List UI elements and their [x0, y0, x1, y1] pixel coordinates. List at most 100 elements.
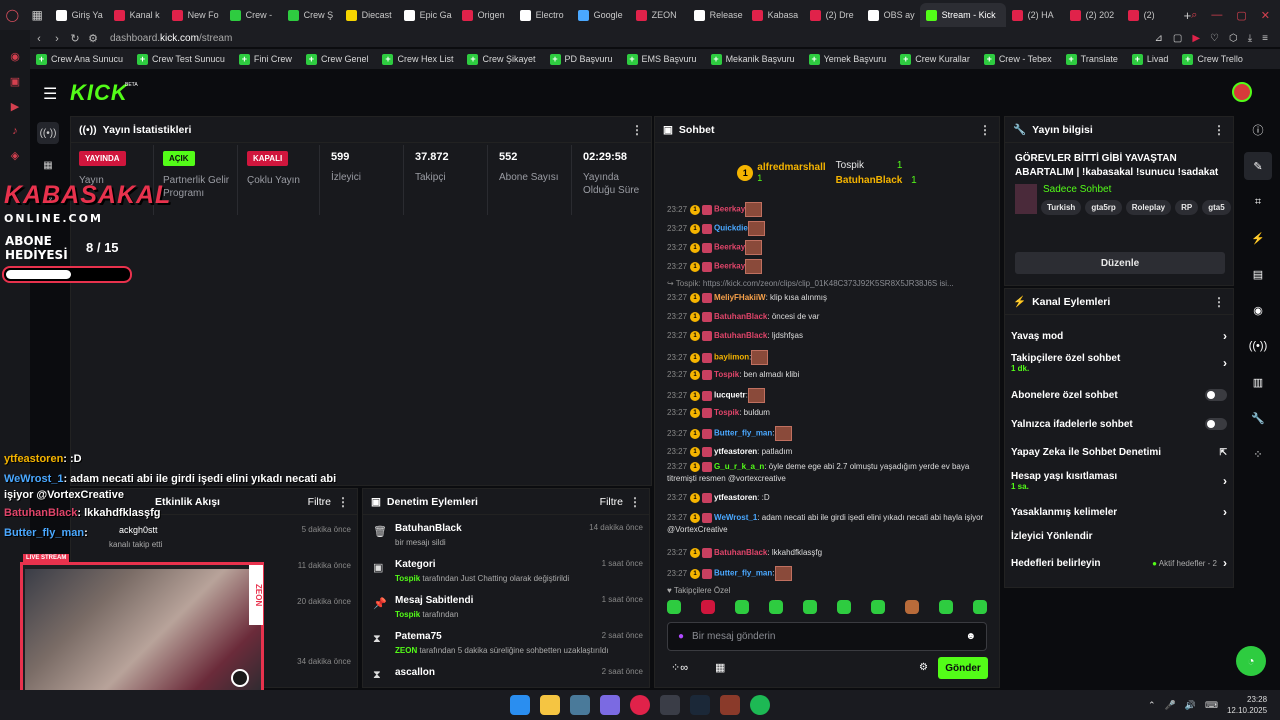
forward-icon[interactable]: ›: [48, 33, 66, 45]
overview-icon[interactable]: ▦: [37, 154, 59, 176]
pencil-icon[interactable]: ✎: [1244, 152, 1272, 180]
download-icon[interactable]: ⤓: [1248, 33, 1252, 44]
bookmark-item[interactable]: + PD Başvuru: [549, 53, 613, 65]
emote-icon[interactable]: [905, 600, 919, 614]
more-icon[interactable]: ⋮: [1213, 295, 1225, 309]
broadcast-icon[interactable]: ((•)): [1244, 332, 1272, 360]
chat-username[interactable]: G_u_r_k_a_n: [714, 462, 764, 471]
more-icon[interactable]: ⋮: [631, 123, 643, 137]
more-icon[interactable]: ⋮: [337, 495, 349, 509]
bookmark-item[interactable]: + Translate: [1065, 53, 1118, 65]
crop-icon[interactable]: ⌗: [1244, 188, 1272, 216]
url-field[interactable]: dashboard.kick.com/stream: [110, 33, 232, 44]
chat-username[interactable]: Beerkay: [714, 243, 745, 252]
chat-text[interactable]: https://kick.com/zeon/clips/clip_01K48C3…: [703, 279, 954, 288]
mod-action-user[interactable]: Tospik: [395, 610, 420, 619]
browser-tab[interactable]: Kabasa: [746, 3, 804, 27]
tag-chip[interactable]: Turkish: [1041, 200, 1082, 215]
browser-tab[interactable]: Crew -: [224, 3, 282, 27]
maximize-icon[interactable]: ▢: [1236, 9, 1246, 22]
chat-username[interactable]: Beerkay: [714, 262, 745, 271]
spotify-icon[interactable]: [750, 695, 770, 715]
tag-chip[interactable]: gta5: [1202, 200, 1231, 215]
filter-button[interactable]: Filtre: [600, 496, 623, 508]
chat-username[interactable]: lucquetr: [714, 391, 746, 400]
chat-input[interactable]: ● Bir mesaj gönderin ☻: [667, 622, 987, 651]
mod-action-user[interactable]: ZEON: [395, 646, 417, 655]
player-icon[interactable]: ▶: [1192, 33, 1200, 44]
lightning-icon[interactable]: ⚡: [1244, 224, 1272, 252]
extensions-icon[interactable]: ⬡: [1229, 33, 1238, 44]
goals-row[interactable]: Hedefleri belirleyin ● Aktif hedefler - 2…: [1011, 556, 1227, 570]
chat-username[interactable]: Butter_fly_man: [714, 569, 772, 578]
chat-username[interactable]: MeliyFHakiiW: [714, 293, 766, 302]
category-name[interactable]: Sadece Sohbet: [1043, 184, 1111, 195]
chat-username[interactable]: ytfeastoren: [714, 447, 757, 456]
bookmark-item[interactable]: + Yemek Başvuru: [808, 53, 886, 65]
browser-tab[interactable]: OBS ay: [862, 3, 920, 27]
browser-tab[interactable]: Google: [572, 3, 630, 27]
game-icon[interactable]: [720, 695, 740, 715]
browser-tab[interactable]: (2): [1122, 3, 1180, 27]
network-icon[interactable]: [570, 695, 590, 715]
chat-username[interactable]: BatuhanBlack: [714, 331, 767, 340]
chat-username[interactable]: ytfeastoren: [714, 493, 757, 502]
messenger-icon[interactable]: ◉: [10, 50, 20, 63]
support-icon[interactable]: ◔: [1236, 646, 1266, 676]
kick-logo[interactable]: KICK: [70, 80, 128, 106]
close-icon[interactable]: ✕: [1261, 9, 1270, 22]
subs-chat-toggle[interactable]: [1205, 389, 1227, 401]
clock[interactable]: 23:28 12.10.2025: [1227, 694, 1267, 716]
tag-chip[interactable]: RP: [1175, 200, 1199, 215]
mod-action-user[interactable]: Tospik: [395, 574, 420, 583]
chat-username[interactable]: Beerkay: [714, 205, 745, 214]
chat-username[interactable]: Butter_fly_man: [714, 429, 772, 438]
more-icon[interactable]: ⋮: [629, 495, 641, 509]
bookmark-item[interactable]: + Crew Genel: [305, 53, 368, 65]
chat-username[interactable]: Quickdie: [714, 224, 748, 233]
bookmark-item[interactable]: + Crew Şikayet: [467, 53, 536, 65]
bookmark-item[interactable]: + Crew - Tebex: [983, 53, 1052, 65]
followers-chat-row[interactable]: Takipçilere özel sohbet 1 dk. ›: [1011, 353, 1227, 373]
obs-icon[interactable]: [660, 695, 680, 715]
chevron-up-icon[interactable]: ⌃: [1148, 700, 1156, 711]
bookmark-item[interactable]: + Crew Ana Sunucu: [36, 53, 123, 65]
mic-icon[interactable]: ●: [678, 631, 684, 642]
kicks-icon[interactable]: ⁘∞: [671, 661, 688, 674]
emote-icon[interactable]: [837, 600, 851, 614]
browser-tab[interactable]: Giriş Ya: [50, 3, 108, 27]
browser-tab[interactable]: ZEON: [630, 3, 688, 27]
bookmark-item[interactable]: + Crew Kurallar: [900, 53, 970, 65]
settings-icon[interactable]: ⚙: [919, 662, 928, 673]
edit-button[interactable]: Düzenle: [1015, 252, 1225, 274]
search-icon[interactable]: ⌕: [1191, 9, 1197, 22]
player-icon[interactable]: ♪: [12, 125, 18, 137]
reload-icon[interactable]: ↻: [66, 32, 84, 45]
bookmark-item[interactable]: + EMS Başvuru: [626, 53, 697, 65]
more-icon[interactable]: ⋮: [1213, 123, 1225, 137]
browser-tab[interactable]: (2) HA: [1006, 3, 1064, 27]
browser-tab[interactable]: Diecast: [340, 3, 398, 27]
workspaces-icon[interactable]: ▦: [25, 0, 50, 30]
chat-username[interactable]: Tospik: [714, 370, 739, 379]
wrench-icon[interactable]: 🔧: [1244, 404, 1272, 432]
pin-icon[interactable]: ⊿: [1154, 33, 1162, 44]
tag-chip[interactable]: gta5rp: [1085, 200, 1122, 215]
emote-icon[interactable]: [769, 600, 783, 614]
discord-icon[interactable]: [600, 695, 620, 715]
stream-icon[interactable]: ((•)): [37, 122, 59, 144]
hamburger-icon[interactable]: ☰: [43, 84, 57, 104]
browser-tab[interactable]: (2) Dre: [804, 3, 862, 27]
bookmark-item[interactable]: + Crew Test Sunucu: [137, 53, 225, 65]
browser-tab[interactable]: Kanal k: [108, 3, 166, 27]
more-icon[interactable]: ⋮: [979, 123, 991, 137]
bookmark-item[interactable]: + Crew Hex List: [382, 53, 453, 65]
browser-tab[interactable]: Crew Ş: [282, 3, 340, 27]
layout-icon[interactable]: ▥: [1244, 368, 1272, 396]
chat-username[interactable]: Tospik:: [676, 279, 701, 288]
batuhan-name[interactable]: BatuhanBlack: [836, 175, 903, 186]
emote-icon[interactable]: [939, 600, 953, 614]
user-avatar[interactable]: [1232, 82, 1252, 102]
emote-icon[interactable]: [803, 600, 817, 614]
chat-username[interactable]: BatuhanBlack: [714, 312, 767, 321]
